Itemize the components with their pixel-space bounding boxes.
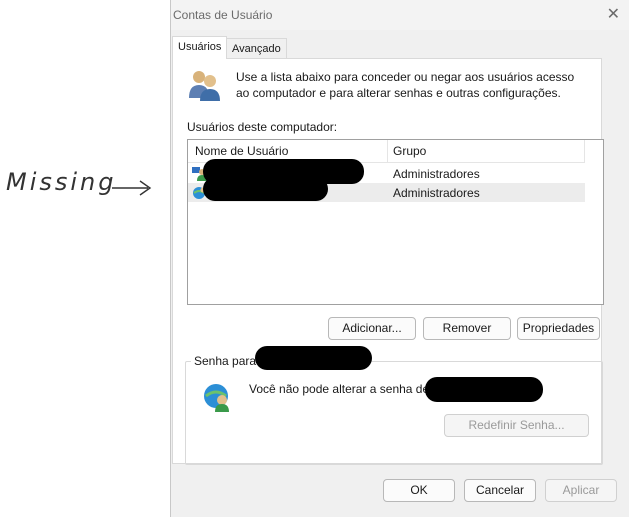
window-title: Contas de Usuário: [173, 8, 273, 22]
password-groupbox: Senha para Você não pode alterar a senha…: [185, 346, 603, 465]
column-header-group[interactable]: Grupo: [393, 144, 426, 158]
users-list-label: Usuários deste computador:: [187, 120, 338, 134]
column-separator[interactable]: [387, 140, 388, 162]
remove-button[interactable]: Remover: [423, 317, 511, 340]
apply-button[interactable]: Aplicar: [545, 479, 617, 502]
tab-avancado[interactable]: Avançado: [226, 38, 287, 58]
properties-button[interactable]: Propriedades: [517, 317, 600, 340]
tab-usuarios[interactable]: Usuários: [172, 36, 228, 59]
close-button[interactable]: ✕: [607, 4, 620, 23]
intro-text: Use a lista abaixo para conceder ou nega…: [236, 70, 575, 100]
user-accounts-dialog: Contas de Usuário ✕ Usuários Avançado Us…: [170, 0, 629, 517]
password-group-label: Senha para: [191, 354, 260, 368]
users-icon: [189, 71, 220, 101]
user-group: Administradores: [393, 167, 480, 181]
arrow-icon: [112, 180, 152, 196]
cancel-button[interactable]: Cancelar: [464, 479, 536, 502]
column-header-username[interactable]: Nome de Usuário: [195, 144, 288, 158]
redaction-mark: [203, 177, 328, 201]
handwritten-annotation: Missing: [6, 168, 152, 196]
column-separator[interactable]: [584, 140, 585, 162]
dialog-footer: OK Cancelar Aplicar: [171, 470, 629, 517]
add-button[interactable]: Adicionar...: [328, 317, 416, 340]
reset-password-button[interactable]: Redefinir Senha...: [444, 414, 589, 437]
users-listview[interactable]: Nome de Usuário Grupo Administradores Ad…: [187, 139, 604, 305]
user-globe-icon: [204, 384, 229, 412]
users-tab-panel: Use a lista abaixo para conceder ou nega…: [172, 58, 604, 465]
title-bar: Contas de Usuário ✕: [171, 0, 629, 30]
redaction-mark: [255, 346, 372, 370]
redaction-mark: [425, 377, 543, 402]
password-message: Você não pode alterar a senha de: [249, 382, 430, 396]
annotation-text: Missing: [6, 168, 117, 196]
ok-button[interactable]: OK: [383, 479, 455, 502]
user-group: Administradores: [393, 186, 480, 200]
